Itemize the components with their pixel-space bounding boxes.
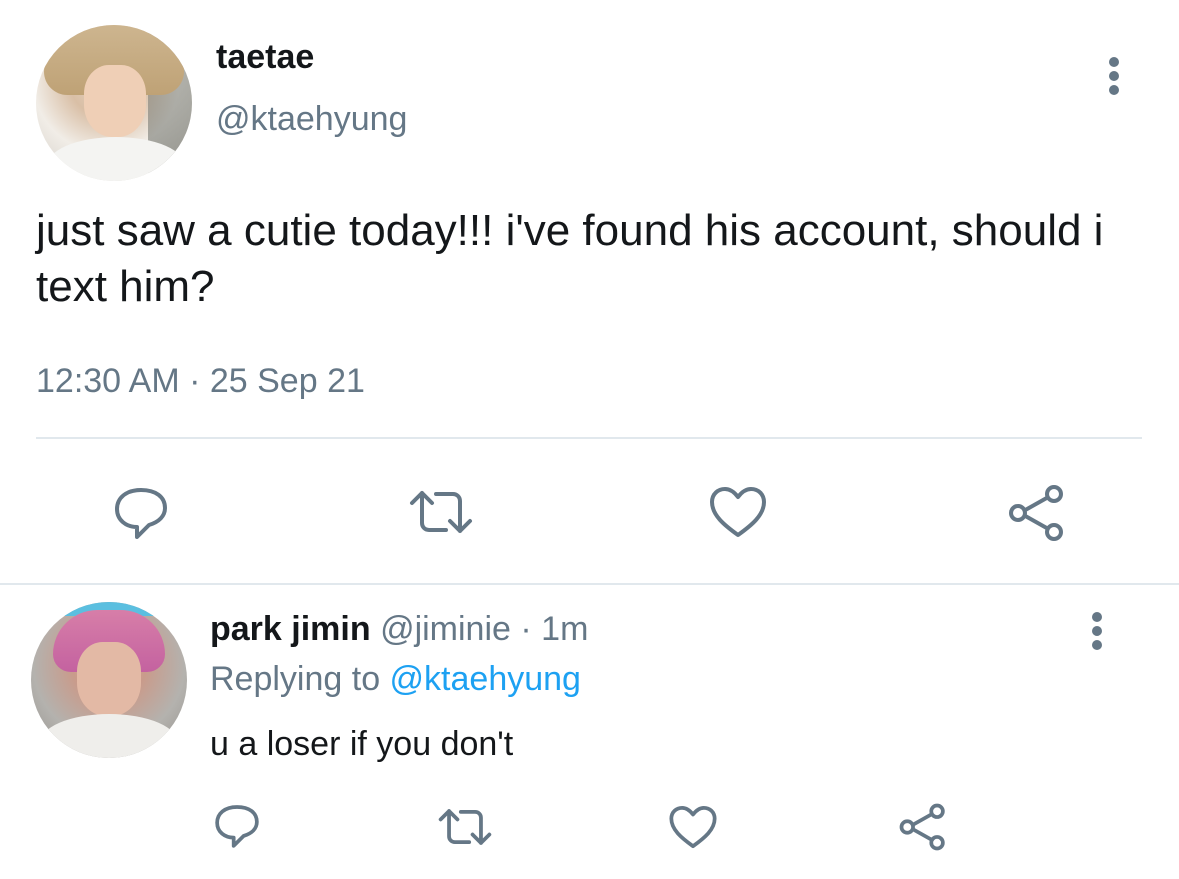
more-options-icon[interactable] bbox=[1085, 612, 1109, 650]
reply-header: park jimin @jiminie · 1m bbox=[210, 610, 588, 649]
share-button[interactable] bbox=[1006, 484, 1068, 542]
like-icon bbox=[669, 805, 717, 849]
retweet-button[interactable] bbox=[437, 806, 493, 848]
replying-prefix: Replying to bbox=[210, 660, 390, 698]
mention-link[interactable]: @ktaehyung bbox=[390, 660, 581, 698]
retweet-icon bbox=[438, 809, 492, 845]
reply-handle[interactable]: @jiminie bbox=[380, 610, 511, 648]
reply-button[interactable] bbox=[112, 484, 170, 542]
more-options-icon[interactable] bbox=[1102, 57, 1126, 95]
avatar-face bbox=[84, 65, 146, 137]
like-icon bbox=[710, 487, 766, 537]
reply-tweet[interactable]: park jimin @jiminie · 1m Replying to @kt… bbox=[0, 585, 1179, 879]
share-button[interactable] bbox=[897, 803, 949, 851]
display-name[interactable]: taetae bbox=[216, 38, 314, 77]
retweet-button[interactable] bbox=[408, 487, 474, 537]
avatar-shirt bbox=[39, 714, 179, 758]
reply-icon bbox=[215, 805, 259, 848]
separator: · bbox=[510, 610, 542, 648]
user-handle[interactable]: @ktaehyung bbox=[216, 100, 407, 139]
like-button[interactable] bbox=[708, 485, 768, 539]
reply-time: 1m bbox=[541, 610, 589, 648]
tweet-timestamp[interactable]: 12:30 AM · 25 Sep 21 bbox=[36, 362, 365, 401]
reply-icon bbox=[115, 488, 167, 539]
tweet-text: just saw a cutie today!!! i've found his… bbox=[36, 206, 1104, 311]
divider bbox=[36, 437, 1142, 439]
share-icon bbox=[899, 803, 945, 851]
replying-to: Replying to @ktaehyung bbox=[210, 660, 581, 699]
reply-text: u a loser if you don't bbox=[210, 725, 514, 763]
avatar[interactable] bbox=[31, 602, 187, 758]
main-tweet: taetae @ktaehyung just saw a cutie today… bbox=[0, 0, 1179, 584]
share-icon bbox=[1009, 485, 1063, 541]
reply-display-name[interactable]: park jimin bbox=[210, 610, 371, 648]
reply-button[interactable] bbox=[213, 802, 261, 850]
avatar-face bbox=[77, 642, 141, 716]
retweet-icon bbox=[410, 491, 472, 533]
avatar[interactable] bbox=[36, 25, 192, 181]
like-button[interactable] bbox=[668, 804, 718, 850]
